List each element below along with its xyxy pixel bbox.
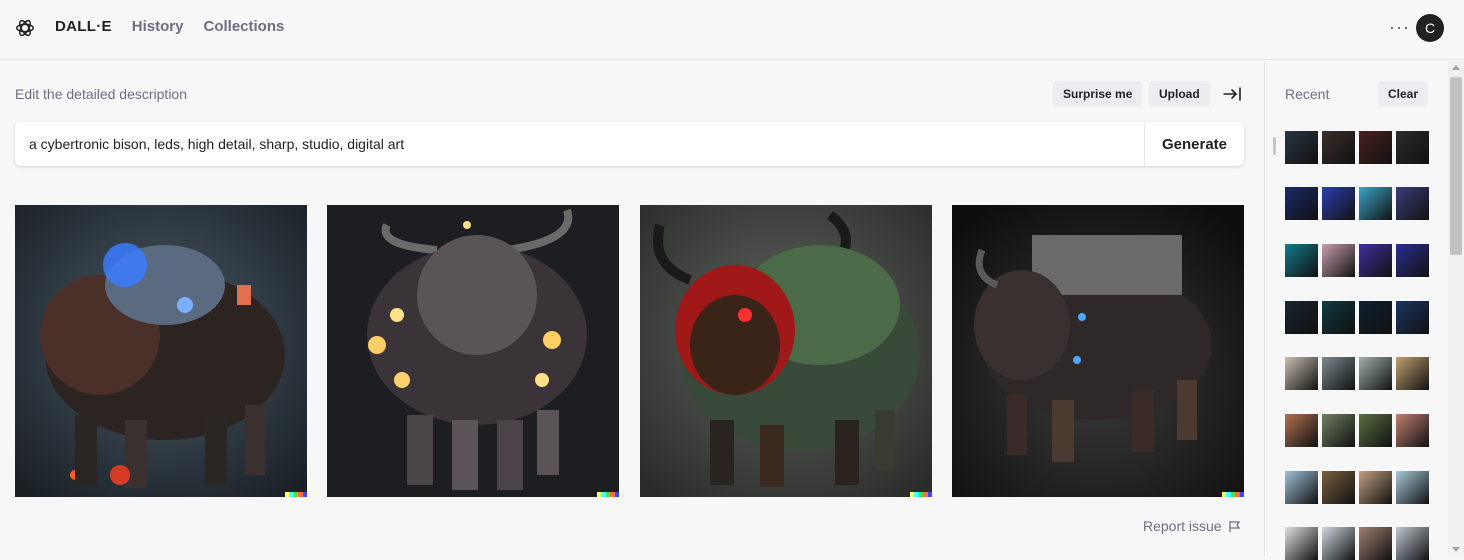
thumbnail-row: [1285, 187, 1429, 220]
recent-thumbnail[interactable]: [1359, 131, 1392, 164]
generate-button[interactable]: Generate: [1145, 122, 1244, 166]
recent-sidebar: Recent Clear: [1264, 61, 1448, 560]
recent-thumbnail[interactable]: [1396, 471, 1429, 504]
prompt-field[interactable]: a cybertronic bison, leds, high detail, …: [15, 122, 1244, 166]
main-nav: DALL·E History Collections: [55, 18, 284, 35]
recent-thumbnail[interactable]: [1396, 187, 1429, 220]
dalle-signature: [1222, 492, 1244, 497]
generated-image-2[interactable]: [327, 205, 619, 497]
thumbnail-row: [1285, 414, 1429, 447]
recent-thumbnail[interactable]: [1396, 244, 1429, 277]
recent-thumbnail[interactable]: [1396, 414, 1429, 447]
recent-thumbnail[interactable]: [1285, 301, 1318, 334]
recent-thumbnail[interactable]: [1285, 244, 1318, 277]
resize-handle[interactable]: [1273, 137, 1276, 155]
recent-thumbnail[interactable]: [1285, 471, 1318, 504]
recent-thumbnail[interactable]: [1396, 301, 1429, 334]
recent-thumbnail[interactable]: [1396, 527, 1429, 560]
recent-thumbnail[interactable]: [1322, 187, 1355, 220]
report-issue-link[interactable]: Report issue: [1143, 518, 1241, 534]
recent-thumbnail[interactable]: [1285, 357, 1318, 390]
main-content: Edit the detailed description Surprise m…: [0, 61, 1264, 556]
recent-thumbnail[interactable]: [1396, 357, 1429, 390]
recent-thumbnail[interactable]: [1396, 131, 1429, 164]
recent-thumbnail[interactable]: [1322, 301, 1355, 334]
recent-thumbnail[interactable]: [1359, 414, 1392, 447]
nav-brand-dalle[interactable]: DALL·E: [55, 18, 112, 35]
dalle-signature: [285, 492, 307, 497]
thumbnail-row: [1285, 131, 1429, 164]
recent-thumbnail[interactable]: [1359, 357, 1392, 390]
report-issue-label: Report issue: [1143, 518, 1222, 534]
nav-history[interactable]: History: [132, 18, 184, 35]
recent-thumbnail[interactable]: [1322, 131, 1355, 164]
recent-thumbnail[interactable]: [1322, 471, 1355, 504]
recent-thumbnail[interactable]: [1322, 414, 1355, 447]
thumbnail-row: [1285, 244, 1429, 277]
recent-thumbnail[interactable]: [1359, 301, 1392, 334]
recent-thumbnail[interactable]: [1322, 244, 1355, 277]
recent-thumbnail[interactable]: [1359, 187, 1392, 220]
description-label: Edit the detailed description: [15, 86, 187, 102]
recent-thumbnail[interactable]: [1285, 187, 1318, 220]
dalle-signature: [597, 492, 619, 497]
more-dots-icon[interactable]: ···: [1389, 17, 1410, 38]
recent-thumbnail[interactable]: [1359, 527, 1392, 560]
upload-button[interactable]: Upload: [1149, 81, 1210, 107]
top-bar: DALL·E History Collections ··· C: [0, 0, 1464, 60]
thumbnail-row: [1285, 357, 1429, 390]
scroll-thumb[interactable]: [1450, 77, 1462, 255]
recent-thumbnail[interactable]: [1359, 471, 1392, 504]
surprise-me-button[interactable]: Surprise me: [1053, 81, 1143, 107]
thumbnail-row: [1285, 527, 1429, 560]
clear-button[interactable]: Clear: [1378, 81, 1429, 107]
thumbnail-row: [1285, 471, 1429, 504]
scrollbar[interactable]: [1448, 61, 1464, 556]
generated-image-3[interactable]: [640, 205, 932, 497]
dalle-signature: [910, 492, 932, 497]
generated-image-1[interactable]: [15, 205, 307, 497]
nav-collections[interactable]: Collections: [203, 18, 284, 35]
prompt-input[interactable]: a cybertronic bison, leds, high detail, …: [29, 136, 404, 152]
recent-thumbnail[interactable]: [1322, 527, 1355, 560]
thumbnail-row: [1285, 301, 1429, 334]
recent-thumbnail[interactable]: [1322, 357, 1355, 390]
avatar[interactable]: C: [1416, 14, 1444, 42]
openai-logo-icon[interactable]: [14, 17, 36, 39]
flag-icon: [1228, 520, 1240, 532]
recent-thumbnail[interactable]: [1285, 414, 1318, 447]
scroll-up-arrow-icon[interactable]: [1452, 65, 1460, 70]
recent-thumbnail[interactable]: [1359, 244, 1392, 277]
generated-image-4[interactable]: [952, 205, 1244, 497]
scroll-down-arrow-icon[interactable]: [1452, 547, 1460, 552]
collapse-sidebar-icon[interactable]: [1222, 84, 1242, 104]
recent-label: Recent: [1285, 86, 1330, 102]
recent-thumbnail[interactable]: [1285, 527, 1318, 560]
recent-thumbnail[interactable]: [1285, 131, 1318, 164]
